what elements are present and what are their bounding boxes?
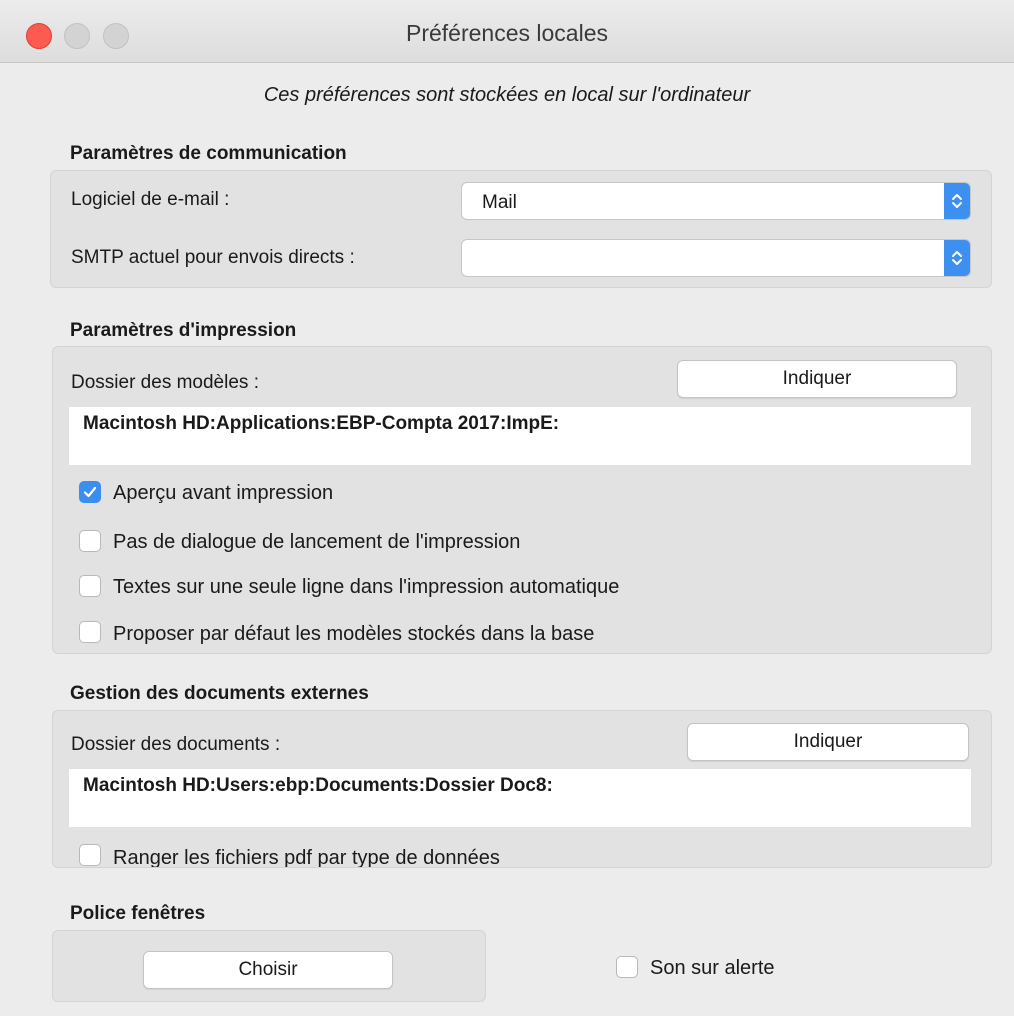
email-select-stepper-icon: [944, 183, 970, 219]
single-line-texts-checkbox[interactable]: [79, 575, 101, 597]
communication-section-title: Paramètres de communication: [70, 143, 347, 164]
templates-folder-label: Dossier des modèles :: [71, 372, 259, 393]
printing-section-title: Paramètres d'impression: [70, 320, 297, 341]
sort-pdf-by-type-label: Ranger les fichiers pdf par type de donn…: [113, 847, 500, 868]
default-stored-templates-checkbox[interactable]: [79, 621, 101, 643]
title-bar: Préférences locales: [0, 0, 1014, 63]
printing-group: Dossier des modèles : Indiquer Macintosh…: [52, 346, 992, 654]
email-software-select[interactable]: Mail: [461, 182, 971, 220]
sound-on-alert-checkbox[interactable]: [616, 956, 638, 978]
external-docs-section-title: Gestion des documents externes: [70, 683, 369, 704]
default-stored-templates-label: Proposer par défaut les modèles stockés …: [113, 623, 595, 645]
no-print-dialog-label: Pas de dialogue de lancement de l'impres…: [113, 531, 521, 553]
preview-before-print-checkbox[interactable]: [79, 481, 101, 503]
sort-pdf-by-type-checkbox[interactable]: [79, 844, 101, 866]
sound-on-alert-label: Son sur alerte: [650, 957, 775, 979]
templates-indicate-button[interactable]: Indiquer: [677, 360, 957, 398]
communication-group: Logiciel de e-mail : Mail SMTP actuel po…: [50, 170, 992, 288]
window-title: Préférences locales: [406, 20, 608, 46]
preview-before-print-label: Aperçu avant impression: [113, 482, 334, 504]
choose-font-button[interactable]: Choisir: [143, 951, 393, 989]
single-line-texts-label: Textes sur une seule ligne dans l'impres…: [113, 576, 620, 598]
documents-folder-path: Macintosh HD:Users:ebp:Documents:Dossier…: [69, 769, 971, 827]
window-font-section-title: Police fenêtres: [70, 903, 206, 924]
window-font-group: Choisir: [52, 930, 486, 1002]
documents-indicate-button[interactable]: Indiquer: [687, 723, 969, 761]
documents-folder-label: Dossier des documents :: [71, 734, 281, 755]
no-print-dialog-checkbox[interactable]: [79, 530, 101, 552]
smtp-select[interactable]: [461, 239, 971, 277]
checkmark-icon: [83, 486, 97, 498]
smtp-select-stepper-icon: [944, 240, 970, 276]
email-software-value: Mail: [482, 192, 517, 213]
templates-folder-path: Macintosh HD:Applications:EBP-Compta 201…: [69, 407, 971, 465]
smtp-label: SMTP actuel pour envois directs :: [71, 247, 355, 268]
email-software-label: Logiciel de e-mail :: [71, 189, 230, 210]
page-subtitle: Ces préférences sont stockées en local s…: [263, 84, 751, 106]
external-docs-group: Dossier des documents : Indiquer Macinto…: [52, 710, 992, 868]
